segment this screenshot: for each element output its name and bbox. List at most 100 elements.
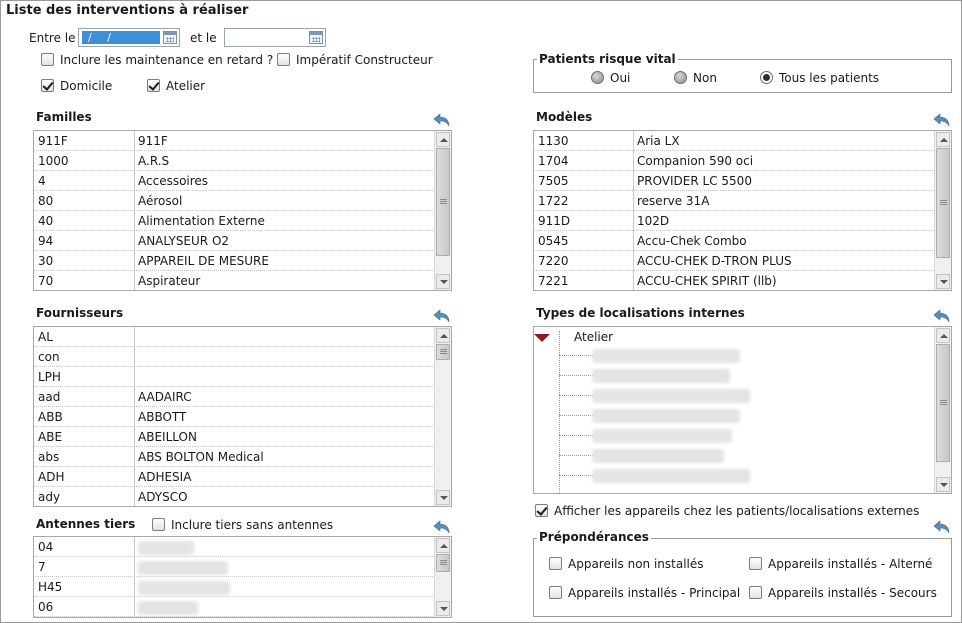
table-row[interactable]: 06 [34,597,435,617]
row-code: abs [38,450,60,464]
row-name: 102D [637,214,670,228]
row-name: Aria LX [637,134,680,148]
to-date-field[interactable] [224,28,326,47]
installed-backup-label: Appareils installés - Secours [768,586,937,600]
redacted-tree-item[interactable] [592,389,750,403]
table-row[interactable]: ady ADYSCO [34,487,435,506]
row-code: 4 [38,174,46,188]
scroll-up-icon[interactable] [936,132,950,147]
row-code: AL [38,330,53,344]
suppliers-list[interactable]: AL con LPH aad AADAIRC ABB ABBOTT ABE ABEILLON ab… [33,326,452,507]
scroll-down-icon[interactable] [436,601,450,616]
table-row[interactable]: 30 APPAREIL DE MESURE [34,251,435,271]
scroll-down-icon[interactable] [936,274,950,289]
table-row[interactable]: con [34,347,435,367]
redacted-tree-item[interactable] [592,409,740,423]
scroll-up-icon[interactable] [436,538,450,553]
home-label: Domicile [60,79,113,93]
external-devices-checkbox[interactable] [535,504,548,517]
table-row[interactable]: abs ABS BOLTON Medical [34,447,435,467]
table-row[interactable]: 7221 ACCU-CHEK SPIRIT (llb) [534,271,935,290]
scroll-down-icon[interactable] [436,274,450,289]
table-row[interactable]: 7220 ACCU-CHEK D-TRON PLUS [534,251,935,271]
manufacturer-checkbox[interactable] [277,53,290,66]
from-date-field[interactable]: / / [78,28,180,47]
table-row[interactable]: 1130 Aria LX [534,131,935,151]
table-row[interactable]: 911F 911F [34,131,435,151]
back-arrow-icon[interactable] [433,309,451,323]
table-row[interactable]: aad AADAIRC [34,387,435,407]
installed-alternate-checkbox[interactable] [749,557,762,570]
vital-risk-all-radio[interactable] [760,71,773,84]
late-maintenance-checkbox[interactable] [41,53,54,66]
table-row[interactable]: 70 Aspirateur [34,271,435,290]
back-arrow-icon[interactable] [433,520,451,534]
calendar-icon[interactable] [163,31,177,44]
workshop-checkbox[interactable] [147,79,160,92]
table-row[interactable]: ABE ABEILLON [34,427,435,447]
redacted-tree-item[interactable] [592,449,724,463]
home-checkbox[interactable] [41,79,54,92]
include-third-checkbox[interactable] [152,518,165,531]
calendar-icon[interactable] [309,31,323,44]
scroll-thumb[interactable] [936,148,950,258]
table-row[interactable]: ABB ABBOTT [34,407,435,427]
location-types-scrollbar[interactable] [934,327,951,493]
third-antennas-list[interactable]: 04 7 H45 06 [33,536,452,618]
models-list[interactable]: 1130 Aria LX 1704 Companion 590 oci 7505 PROV… [533,130,952,291]
row-code: LPH [38,370,61,384]
third-antennas-scrollbar[interactable] [434,537,451,617]
triangle-down-icon[interactable] [534,334,550,342]
row-code: 7220 [538,254,569,268]
scroll-thumb[interactable] [436,148,450,256]
table-row[interactable]: 0545 Accu-Chek Combo [534,231,935,251]
back-arrow-icon[interactable] [933,309,951,323]
table-row[interactable]: 04 [34,537,435,557]
table-row[interactable]: 1722 reserve 31A [534,191,935,211]
table-row[interactable]: 7 [34,557,435,577]
redacted-tree-item[interactable] [592,369,730,383]
row-code: 06 [38,600,54,614]
table-row[interactable]: LPH [34,367,435,387]
table-row[interactable]: 911D 102D [534,211,935,231]
row-code: 911D [538,214,571,228]
not-installed-checkbox[interactable] [549,557,562,570]
scroll-up-icon[interactable] [936,328,950,343]
table-row[interactable]: H45 [34,577,435,597]
installed-main-label: Appareils installés - Principal [568,586,741,600]
scroll-up-icon[interactable] [436,132,450,147]
back-arrow-icon[interactable] [433,113,451,127]
location-types-tree[interactable]: Atelier [533,326,952,494]
redacted-tree-item[interactable] [592,469,750,483]
vital-risk-yes-radio[interactable] [591,71,604,84]
table-row[interactable]: 40 Alimentation Externe [34,211,435,231]
table-row[interactable]: AL [34,327,435,347]
models-scrollbar[interactable] [934,131,951,290]
back-arrow-icon[interactable] [933,520,951,534]
scroll-thumb[interactable] [436,344,450,360]
vital-risk-no-radio[interactable] [674,71,687,84]
suppliers-scrollbar[interactable] [434,327,451,506]
installed-main-checkbox[interactable] [549,586,562,599]
table-row[interactable]: 4 Accessoires [34,171,435,191]
families-list[interactable]: 911F 911F 1000 A.R.S 4 Accessoires 80 Aérosol 40… [33,130,452,291]
back-arrow-icon[interactable] [933,113,951,127]
table-row[interactable]: 1704 Companion 590 oci [534,151,935,171]
scroll-down-icon[interactable] [436,490,450,505]
workshop-label: Atelier [166,79,206,93]
redacted-tree-item[interactable] [592,429,732,443]
table-row[interactable]: 94 ANALYSEUR O2 [34,231,435,251]
row-code: 1704 [538,154,569,168]
redacted-tree-item[interactable] [592,349,740,363]
table-row[interactable]: 7505 PROVIDER LC 5500 [534,171,935,191]
scroll-thumb[interactable] [436,554,450,572]
table-row[interactable]: 80 Aérosol [34,191,435,211]
scroll-down-icon[interactable] [936,477,950,492]
installed-backup-checkbox[interactable] [749,586,762,599]
tree-root-workshop[interactable]: Atelier [574,330,613,344]
table-row[interactable]: 1000 A.R.S [34,151,435,171]
families-scrollbar[interactable] [434,131,451,290]
table-row[interactable]: ADH ADHESIA [34,467,435,487]
scroll-thumb[interactable] [936,344,950,462]
scroll-up-icon[interactable] [436,328,450,343]
